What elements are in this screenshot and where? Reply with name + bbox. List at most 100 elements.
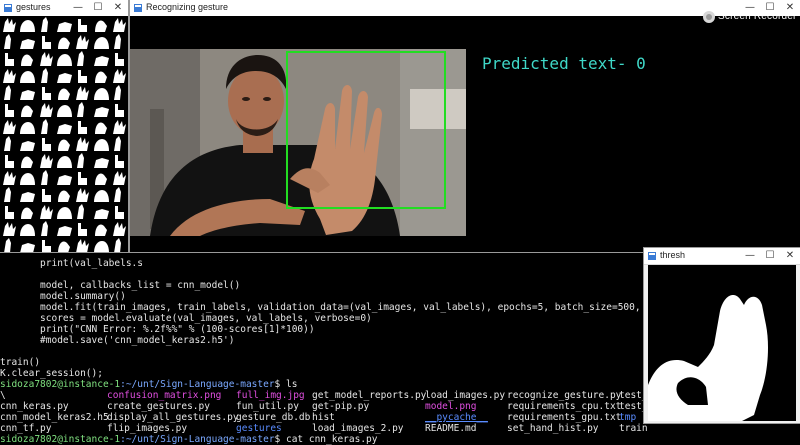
gestures-titlebar[interactable]: gestures — ☐ ✕: [0, 0, 128, 17]
ls-file-entry: train: [619, 423, 648, 434]
gesture-thumbnail: [20, 122, 36, 134]
recognizing-window-title: Recognizing gesture: [146, 2, 229, 12]
prompt-command: $ ls: [274, 379, 298, 390]
gesture-thumbnail: [56, 22, 72, 32]
minimize-icon[interactable]: —: [68, 0, 88, 16]
gesture-thumbnail: [93, 190, 109, 202]
gestures-window-title: gestures: [16, 2, 51, 12]
predicted-text: Predicted text- 0: [482, 54, 646, 73]
threshold-hand-mask: [648, 265, 796, 421]
gesture-thumbnail: [93, 139, 109, 151]
gesture-thumbnail: [39, 205, 53, 219]
gesture-thumbnail: [94, 224, 107, 236]
code-line: model.fit(train_images, train_labels, va…: [0, 302, 715, 313]
gesture-thumbnail: [56, 124, 72, 134]
thresh-window[interactable]: thresh — ☐ ✕: [644, 248, 800, 423]
ls-file-entry: full_img.jpg: [236, 390, 305, 401]
gesture-thumbnail: [39, 154, 53, 168]
gesture-thumbnail: [114, 155, 124, 168]
gesture-thumbnail: [93, 241, 109, 252]
ls-file-entry: requirements_gpu.txt: [507, 412, 622, 423]
gesture-thumbnail: [78, 121, 88, 134]
gesture-thumbnail: [56, 226, 72, 236]
gesture-thumbnail: [114, 206, 124, 219]
ls-file-entry: get_model_reports.py: [312, 390, 427, 401]
gesture-thumbnail: [5, 206, 14, 219]
ls-file-entry: fun_util.py: [236, 401, 299, 412]
gesture-thumbnail: [113, 238, 121, 252]
gesture-thumbnail: [76, 86, 90, 100]
gesture-thumbnail: [114, 53, 124, 66]
gesture-thumbnail: [5, 53, 14, 66]
recorder-label: Screen Recorder: [718, 11, 797, 22]
prompt-path: :~/unt/Sign-Language-master: [120, 434, 275, 445]
code-line: model, callbacks_list = cnn_model(): [0, 280, 241, 291]
gesture-thumbnail: [21, 207, 34, 219]
gesture-thumbnail: [20, 39, 36, 49]
gesture-thumbnail: [113, 136, 121, 151]
code-line: K.clear_session();: [0, 368, 103, 379]
gesture-thumbnail: [4, 85, 11, 100]
gesture-thumbnail: [3, 69, 16, 83]
gesture-thumbnail: [39, 52, 53, 66]
recognizing-gesture-window[interactable]: Recognizing gesture — ☐ ✕ Predicted text…: [130, 0, 800, 252]
code-line: model.summary(): [0, 291, 126, 302]
prompt-user: sidoza7802@instance-1: [0, 434, 121, 445]
gesture-thumbnail: [78, 19, 88, 32]
ls-file-entry: create_gestures.py: [107, 401, 210, 412]
gesture-thumbnail: [20, 173, 36, 185]
gesture-thumbnail: [94, 173, 107, 185]
ls-file-entry: recognize_gesture.py: [507, 390, 622, 401]
window-app-icon: [134, 4, 142, 12]
maximize-icon[interactable]: ☐: [760, 248, 780, 264]
gesture-thumbnail: [93, 56, 109, 66]
gesture-thumbnail: [94, 122, 107, 134]
close-icon[interactable]: ✕: [780, 248, 800, 264]
gesture-thumbnail: [114, 104, 124, 117]
ls-file-entry: flip_images.py: [107, 423, 188, 434]
gesture-thumbnail: [93, 107, 109, 117]
recorder-icon: [703, 11, 715, 23]
minimize-icon[interactable]: —: [740, 248, 760, 264]
code-line: train(): [0, 357, 41, 368]
gesture-thumbnail: [56, 73, 72, 83]
gesture-thumbnail: [56, 105, 72, 117]
code-line: print("CNN Error: %.2f%%" % (100-scores[…: [0, 324, 315, 335]
gestures-window[interactable]: gestures — ☐ ✕: [0, 0, 128, 252]
ls-file-entry: display_all_gestures.py: [107, 412, 239, 423]
thresh-titlebar[interactable]: thresh — ☐ ✕: [644, 248, 800, 265]
gesture-thumbnail: [113, 34, 121, 49]
close-icon[interactable]: ✕: [108, 0, 128, 16]
prompt-path: :~/unt/Sign-Language-master: [120, 379, 275, 390]
gesture-thumbnail: [4, 187, 11, 202]
gesture-thumbnail: [20, 141, 36, 151]
maximize-icon[interactable]: ☐: [88, 0, 108, 16]
gesture-thumbnail: [77, 153, 85, 168]
gesture-thumbnail: [78, 172, 88, 185]
code-line: scores = model.evaluate(val_images, val_…: [0, 313, 372, 324]
ls-file-entry: requirements_cpu.txt: [507, 401, 622, 412]
gesture-thumbnail: [56, 175, 72, 185]
gesture-thumbnail: [112, 222, 126, 236]
gesture-thumbnail: [77, 102, 85, 117]
gesture-thumbnail: [21, 156, 34, 168]
gesture-thumbnail: [93, 209, 109, 219]
ls-file-entry: gesture_db.db: [236, 412, 311, 423]
gesture-thumbnail: [3, 18, 16, 32]
gesture-bounding-box: [286, 51, 446, 209]
gesture-thumbnail: [112, 120, 126, 134]
gesture-thumbnail: [41, 87, 51, 100]
gesture-thumbnail: [113, 85, 121, 100]
gesture-thumbnail: [40, 68, 48, 83]
gesture-thumbnail: [76, 188, 90, 202]
gesture-thumbnail: [40, 119, 48, 134]
gesture-thumbnail: [112, 171, 126, 185]
screen-recorder-badge: Screen Recorder: [700, 8, 800, 26]
gesture-thumbnail: [39, 103, 53, 117]
gesture-thumbnail: [4, 238, 11, 252]
gesture-thumbnail: [41, 138, 51, 151]
gesture-thumbnail: [56, 207, 72, 219]
gesture-thumbnail: [78, 223, 88, 236]
gesture-thumbnail: [3, 171, 16, 185]
ls-file-entry: hist: [312, 412, 335, 423]
